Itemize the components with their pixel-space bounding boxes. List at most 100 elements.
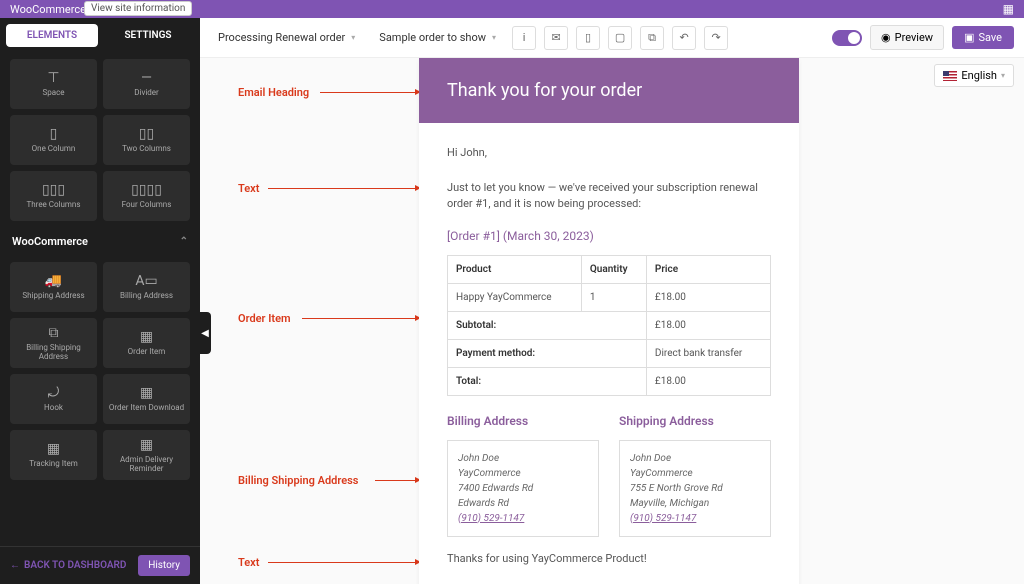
tab-elements[interactable]: ELEMENTS [6, 24, 98, 47]
shipping-phone-link[interactable]: (910) 529-1147 [630, 511, 760, 526]
us-flag-icon [943, 71, 957, 81]
page-button[interactable]: ▯ [576, 26, 600, 50]
order-items-table[interactable]: Product Quantity Price Happy YayCommerce… [447, 255, 771, 396]
three-columns-icon: ▯▯▯ [42, 182, 65, 198]
tab-settings[interactable]: SETTINGS [102, 24, 194, 47]
anno-text-1: Text [238, 182, 259, 195]
back-to-dashboard-link[interactable]: ←BACK TO DASHBOARD [10, 560, 126, 571]
app-title: WooCommerce E [10, 3, 95, 16]
table-row-payment: Payment method: Direct bank transfer [448, 339, 771, 367]
tracking-icon: ▦ [47, 441, 60, 457]
sidebar: ELEMENTS SETTINGS ⊤Space —Divider ▯One C… [0, 18, 200, 584]
download-table-icon: ▦ [140, 385, 153, 401]
language-selector[interactable]: English ▾ [934, 64, 1014, 87]
save-icon: ▣ [964, 31, 974, 44]
basic-elements-grid: ⊤Space —Divider ▯One Column ▯▯Two Column… [0, 53, 200, 227]
element-hook[interactable]: ⤾Hook [10, 374, 97, 424]
card-icon: A▭ [135, 273, 157, 289]
email-order-reference[interactable]: [Order #1] (March 30, 2023) [447, 227, 771, 245]
preview-button[interactable]: ◉Preview [870, 25, 944, 50]
device-button[interactable]: ▢ [608, 26, 632, 50]
element-shipping-address[interactable]: 🚚Shipping Address [10, 262, 97, 312]
element-order-item-download[interactable]: ▦Order Item Download [103, 374, 190, 424]
page-icon: ▯ [585, 31, 591, 44]
element-billing-shipping-address[interactable]: ⧉Billing Shipping Address [10, 318, 97, 368]
sidebar-collapse-handle[interactable]: ◀ [200, 312, 211, 354]
element-tracking-item[interactable]: ▦Tracking Item [10, 430, 97, 480]
shipping-title: Shipping Address [619, 412, 771, 430]
anno-order-item: Order Item [238, 312, 291, 325]
element-three-columns[interactable]: ▯▯▯Three Columns [10, 171, 97, 221]
two-columns-icon: ▯▯ [139, 126, 154, 142]
redo-button[interactable]: ↷ [704, 26, 728, 50]
history-button[interactable]: History [138, 555, 190, 576]
reminder-icon: ▦ [140, 437, 153, 453]
email-intro-text[interactable]: Just to let you know — we've received yo… [447, 180, 771, 213]
sidebar-footer: ←BACK TO DASHBOARD History [0, 546, 200, 584]
arrow-icon [268, 562, 420, 563]
element-order-item[interactable]: ▦Order Item [103, 318, 190, 368]
element-divider[interactable]: —Divider [103, 59, 190, 109]
stack-icon: ⧉ [49, 325, 59, 341]
address-blocks[interactable]: Billing Address John Doe YayCommerce 740… [447, 412, 771, 537]
four-columns-icon: ▯▯▯▯ [131, 182, 162, 198]
eye-icon: ◉ [881, 31, 891, 44]
sidebar-tabs: ELEMENTS SETTINGS [0, 18, 200, 53]
device-icon: ▢ [615, 31, 625, 44]
info-button[interactable]: i [512, 26, 536, 50]
th-product: Product [448, 255, 582, 283]
accordion-woocommerce[interactable]: WooCommerce ⌃ [0, 227, 200, 256]
arrow-icon [320, 92, 420, 93]
arrow-icon [375, 480, 420, 481]
toolbar: Processing Renewal order▾ Sample order t… [200, 18, 1024, 58]
element-one-column[interactable]: ▯One Column [10, 115, 97, 165]
space-icon: ⊤ [47, 70, 59, 86]
chevron-down-icon: ▾ [351, 33, 355, 42]
element-space[interactable]: ⊤Space [10, 59, 97, 109]
hook-icon: ⤾ [48, 385, 60, 401]
anno-billing-shipping: Billing Shipping Address [238, 474, 358, 487]
element-admin-delivery-reminder[interactable]: ▦Admin Delivery Reminder [103, 430, 190, 480]
chevron-down-icon: ▾ [492, 33, 496, 42]
email-thanks-text[interactable]: Thanks for using YayCommerce Product! [447, 551, 771, 568]
billing-address-box: John Doe YayCommerce 7400 Edwards Rd Edw… [447, 440, 599, 537]
element-four-columns[interactable]: ▯▯▯▯Four Columns [103, 171, 190, 221]
table-row: Happy YayCommerce 1 £18.00 [448, 283, 771, 311]
app-topbar: WooCommerce E View site information ▦ [0, 0, 1024, 18]
save-button[interactable]: ▣Save [952, 26, 1014, 49]
shipping-address-box: John Doe YayCommerce 755 E North Grove R… [619, 440, 771, 537]
table-row-total: Total: £18.00 [448, 367, 771, 395]
mail-button[interactable]: ✉ [544, 26, 568, 50]
anno-text-2: Text [238, 556, 259, 569]
info-icon: i [523, 31, 526, 44]
copy-icon: ⧉ [648, 31, 656, 45]
undo-button[interactable]: ↶ [672, 26, 696, 50]
accordion-label: WooCommerce [12, 235, 88, 248]
email-preview: Thank you for your order Hi John, Just t… [419, 58, 799, 584]
woo-elements-grid: 🚚Shipping Address A▭Billing Address ⧉Bil… [0, 256, 200, 486]
truck-icon: 🚚 [45, 273, 62, 289]
email-type-selector[interactable]: Processing Renewal order▾ [210, 27, 363, 48]
canvas: ◀ English ▾ Email Heading Text Order Ite… [200, 58, 1024, 584]
element-two-columns[interactable]: ▯▯Two Columns [103, 115, 190, 165]
th-quantity: Quantity [581, 255, 646, 283]
site-info-pill[interactable]: View site information [84, 1, 192, 16]
element-billing-address[interactable]: A▭Billing Address [103, 262, 190, 312]
table-icon: ▦ [140, 329, 153, 345]
chevron-down-icon: ▾ [1001, 71, 1005, 80]
email-heading-block[interactable]: Thank you for your order [419, 58, 799, 123]
copy-button[interactable]: ⧉ [640, 26, 664, 50]
email-greeting[interactable]: Hi John, [447, 145, 771, 162]
chevron-up-icon: ⌃ [180, 236, 188, 247]
envelope-icon: ✉ [551, 31, 560, 44]
anno-email-heading: Email Heading [238, 86, 309, 99]
enable-toggle[interactable] [832, 30, 862, 46]
arrow-icon [268, 188, 420, 189]
apps-grid-icon[interactable]: ▦ [1003, 2, 1014, 16]
sample-order-selector[interactable]: Sample order to show▾ [371, 27, 504, 48]
billing-title: Billing Address [447, 412, 599, 430]
divider-icon: — [141, 70, 152, 86]
undo-icon: ↶ [679, 31, 688, 44]
th-price: Price [646, 255, 770, 283]
billing-phone-link[interactable]: (910) 529-1147 [458, 511, 588, 526]
